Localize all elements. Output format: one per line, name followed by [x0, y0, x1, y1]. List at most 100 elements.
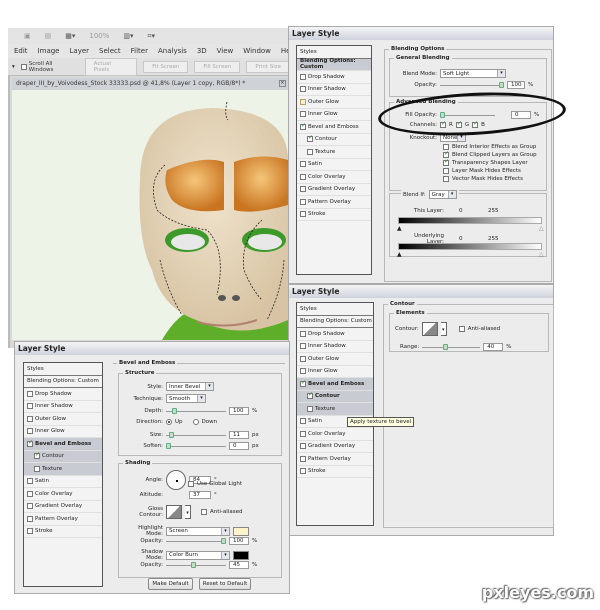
- depth-slider[interactable]: [166, 408, 226, 414]
- menu-layer[interactable]: Layer: [70, 47, 90, 55]
- use-global-light-checkbox[interactable]: [188, 481, 194, 487]
- highlight-opacity-input[interactable]: 100: [229, 537, 249, 545]
- style-texture[interactable]: Texture: [297, 146, 371, 159]
- fill-screen-button[interactable]: Fill Screen: [194, 60, 241, 73]
- style-gradient-overlay[interactable]: Gradient Overlay: [297, 184, 371, 196]
- slider-thumb[interactable]: [221, 538, 226, 544]
- style-color-overlay[interactable]: Color Overlay: [24, 488, 102, 501]
- style-drop-shadow[interactable]: Drop Shadow: [297, 328, 373, 341]
- menu-3d[interactable]: 3D: [197, 47, 207, 55]
- style-contour[interactable]: Contour: [297, 134, 371, 146]
- shadow-opacity-slider[interactable]: [166, 562, 226, 568]
- style-bevel-emboss[interactable]: Bevel and Emboss: [297, 378, 373, 391]
- slider-thumb[interactable]: [168, 432, 174, 438]
- checkbox[interactable]: [307, 134, 313, 143]
- checkbox[interactable]: [27, 490, 33, 497]
- style-satin[interactable]: Satin: [24, 476, 102, 488]
- slider-handle-white[interactable]: △: [539, 251, 544, 258]
- checkbox[interactable]: [307, 391, 313, 400]
- checkbox[interactable]: [300, 173, 306, 180]
- mini-bridge-icon[interactable]: ▤: [45, 32, 52, 40]
- highlight-color-swatch[interactable]: [233, 526, 249, 536]
- bevel-style-select[interactable]: Inner Bevel ▾: [166, 382, 214, 391]
- slider-thumb[interactable]: [443, 344, 449, 350]
- reset-to-default-button[interactable]: Reset to Default: [199, 578, 251, 590]
- menu-filter[interactable]: Filter: [131, 47, 148, 55]
- size-slider[interactable]: [166, 432, 226, 438]
- style-pattern-overlay[interactable]: Pattern Overlay: [24, 513, 102, 526]
- range-input[interactable]: 40: [483, 343, 504, 351]
- blending-options-item[interactable]: Blending Options: Custom: [297, 316, 373, 328]
- menu-image[interactable]: Image: [38, 47, 60, 55]
- checkbox[interactable]: [443, 158, 449, 166]
- checkbox[interactable]: [300, 443, 306, 450]
- checkbox[interactable]: [27, 390, 33, 397]
- style-inner-shadow[interactable]: Inner Shadow: [24, 401, 102, 413]
- checkbox[interactable]: [27, 415, 33, 422]
- close-icon[interactable]: ×: [279, 80, 286, 87]
- size-input[interactable]: 11: [229, 431, 249, 439]
- styles-item[interactable]: Styles: [297, 46, 371, 59]
- style-drop-shadow[interactable]: Drop Shadow: [24, 388, 102, 401]
- checkbox[interactable]: [27, 428, 33, 435]
- style-pattern-overlay[interactable]: Pattern Overlay: [297, 453, 373, 466]
- style-stroke[interactable]: Stroke: [297, 466, 373, 478]
- shadow-opacity-input[interactable]: 45: [229, 561, 249, 569]
- checkbox[interactable]: [300, 455, 306, 462]
- bridge-icon[interactable]: ▣: [24, 32, 31, 40]
- range-slider[interactable]: [422, 344, 481, 350]
- underlying-layer-gradient-slider[interactable]: [398, 243, 542, 250]
- gloss-contour-picker[interactable]: [166, 505, 182, 519]
- soften-input[interactable]: 0: [229, 442, 249, 450]
- highlight-mode-select[interactable]: Screen ▾: [166, 526, 230, 536]
- menu-view[interactable]: View: [217, 47, 234, 55]
- this-layer-gradient-slider[interactable]: [398, 217, 542, 224]
- style-stroke[interactable]: Stroke: [297, 209, 371, 221]
- style-inner-shadow[interactable]: Inner Shadow: [297, 341, 373, 353]
- style-outer-glow[interactable]: Outer Glow: [297, 96, 371, 109]
- checkbox[interactable]: [27, 503, 33, 510]
- option-blend-clipped[interactable]: Blend Clipped Layers as Group: [443, 150, 537, 158]
- checkbox[interactable]: [34, 465, 40, 472]
- checkbox[interactable]: [300, 430, 306, 437]
- checkbox[interactable]: [27, 515, 33, 522]
- checkbox[interactable]: [300, 343, 306, 350]
- checkbox[interactable]: [300, 98, 306, 105]
- zoom-level[interactable]: 100%: [89, 32, 109, 40]
- checkbox[interactable]: [300, 379, 306, 387]
- checkbox[interactable]: [27, 403, 33, 410]
- style-inner-glow[interactable]: Inner Glow: [297, 109, 371, 121]
- menu-select[interactable]: Select: [99, 47, 121, 55]
- shadow-mode-select[interactable]: Color Burn ▾: [166, 550, 230, 560]
- anti-aliased-checkbox[interactable]: [201, 509, 207, 515]
- blending-options-item[interactable]: Blending Options: Custom: [297, 58, 371, 71]
- screen-mode-icon[interactable]: ⌗▾: [148, 32, 155, 41]
- style-pattern-overlay[interactable]: Pattern Overlay: [297, 196, 371, 209]
- opacity-slider[interactable]: [440, 82, 504, 88]
- checkbox[interactable]: [27, 478, 33, 485]
- actual-pixels-button[interactable]: Actual Pixels: [84, 57, 138, 76]
- checkbox[interactable]: [300, 368, 306, 375]
- checkbox[interactable]: [300, 186, 306, 193]
- slider-handle-white[interactable]: △: [539, 225, 544, 232]
- technique-select[interactable]: Smooth ▾: [166, 394, 206, 403]
- option-transparency-shapes[interactable]: Transparency Shapes Layer: [443, 158, 528, 166]
- slider-handle-black[interactable]: ▲: [397, 225, 402, 232]
- blending-options-item[interactable]: Blending Options: Custom: [24, 376, 102, 388]
- checkbox[interactable]: [307, 148, 313, 155]
- direction-down-radio[interactable]: [192, 419, 199, 425]
- slider-thumb[interactable]: [190, 562, 196, 568]
- document-canvas[interactable]: [12, 90, 288, 340]
- style-satin[interactable]: Satin: [297, 159, 371, 171]
- checkbox[interactable]: [300, 73, 306, 80]
- blend-mode-select[interactable]: Soft Light ▾: [440, 69, 506, 78]
- altitude-input[interactable]: 37: [189, 491, 211, 499]
- document-tab[interactable]: draper_III_by_Voivodess_Stock 33333.psd …: [12, 78, 288, 90]
- soften-slider[interactable]: [166, 443, 226, 449]
- shadow-color-swatch[interactable]: [233, 550, 249, 560]
- slider-thumb[interactable]: [166, 443, 171, 449]
- opacity-input[interactable]: 100: [507, 81, 525, 89]
- chevron-down-icon[interactable]: ▾: [185, 505, 191, 519]
- arrange-documents-icon[interactable]: ▥▾: [123, 32, 133, 40]
- angle-dial[interactable]: [166, 470, 186, 490]
